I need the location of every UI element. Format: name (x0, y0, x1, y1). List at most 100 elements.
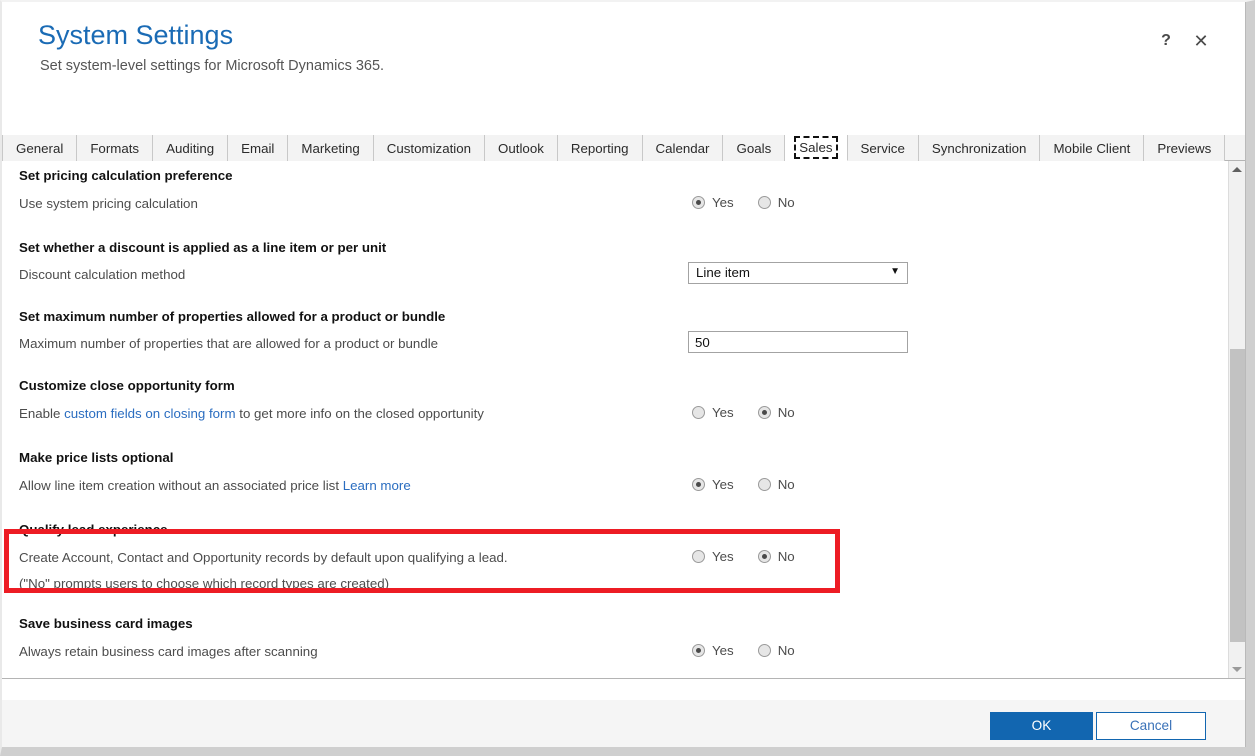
tab-reporting[interactable]: Reporting (557, 135, 643, 161)
tab-label: Outlook (498, 140, 544, 156)
dialog-inner: System Settings Set system-level setting… (2, 2, 1246, 747)
section-heading: Set pricing calculation preference (19, 168, 233, 183)
section-description: Always retain business card images after… (19, 644, 318, 659)
tab-label: Calendar (655, 140, 710, 156)
tab-label: Customization (386, 140, 472, 156)
tab-goals[interactable]: Goals (723, 135, 786, 161)
tab-email[interactable]: Email (228, 135, 289, 161)
tab-strip: General Formats Auditing Email Marketing Cust… (2, 135, 1245, 161)
tab-label: Auditing (166, 140, 215, 156)
radio-label: No (777, 195, 795, 210)
radio-no-5[interactable]: No (757, 549, 795, 564)
tab-label: Email (241, 140, 275, 156)
section-description: Maximum number of properties that are al… (19, 336, 439, 351)
tab-service[interactable]: Service (847, 135, 919, 161)
section-description: Create Account, Contact and Opportunity … (19, 550, 508, 565)
tab-label: General (16, 140, 64, 156)
section-heading: Set maximum number of properties allowed… (19, 309, 446, 324)
radio-yes-0[interactable]: Yes (692, 195, 734, 210)
close-icon[interactable]: ✕ (1188, 28, 1214, 54)
page-subtitle: Set system-level settings for Microsoft … (40, 58, 385, 74)
radio-label: Yes (712, 405, 734, 420)
discount-calculation-method-select[interactable]: Line item ▼ (688, 262, 908, 284)
radio-dot-icon (757, 406, 771, 419)
section-heading: Set whether a discount is applied as a l… (19, 240, 387, 255)
radio-no-4[interactable]: No (757, 477, 795, 492)
max-properties-input[interactable] (688, 331, 908, 353)
tab-label: Marketing (301, 140, 360, 156)
radio-group-5: Yes No (692, 549, 795, 564)
tab-marketing[interactable]: Marketing (288, 135, 374, 161)
ok-button[interactable]: OK (990, 712, 1093, 740)
chevron-down-icon: ▼ (890, 266, 900, 277)
radio-dot-icon (692, 406, 705, 419)
tab-customization[interactable]: Customization (373, 135, 486, 161)
radio-dot-icon (757, 196, 771, 209)
tab-label: Sales (794, 136, 838, 159)
tab-previews[interactable]: Previews (1144, 135, 1226, 161)
tab-label: Goals (736, 140, 772, 156)
radio-dot-icon (757, 644, 771, 657)
section-heading: Qualify lead experience (19, 522, 168, 537)
system-settings-dialog: System Settings Set system-level setting… (0, 0, 1255, 756)
section-description: Use system pricing calculation (19, 196, 198, 211)
tab-general[interactable]: General (2, 135, 78, 161)
radio-dot-icon (692, 196, 705, 209)
section-description-link[interactable]: custom fields on closing form (64, 406, 235, 421)
radio-yes-6[interactable]: Yes (692, 643, 734, 658)
section-heading: Customize close opportunity form (19, 378, 235, 393)
tab-synchronization[interactable]: Synchronization (918, 135, 1041, 161)
radio-label: Yes (712, 195, 734, 210)
radio-dot-icon (692, 478, 705, 491)
tab-mobile-client[interactable]: Mobile Client (1040, 135, 1145, 161)
help-icon[interactable]: ? (1153, 28, 1179, 54)
radio-label: No (777, 643, 795, 658)
cancel-button[interactable]: Cancel (1096, 712, 1206, 740)
dialog-header: System Settings Set system-level setting… (2, 2, 1245, 130)
tab-label: Synchronization (931, 140, 1027, 156)
tab-label: Service (860, 140, 905, 156)
radio-group-4: Yes No (692, 477, 795, 492)
radio-yes-3[interactable]: Yes (692, 405, 734, 420)
section-description-secondary: ("No" prompts users to choose which reco… (19, 576, 390, 591)
radio-dot-icon (757, 478, 771, 491)
radio-dot-icon (692, 550, 705, 563)
radio-yes-5[interactable]: Yes (692, 549, 734, 564)
section-description-link[interactable]: Learn more (343, 478, 411, 493)
radio-dot-icon (692, 644, 705, 657)
radio-group-6: Yes No (692, 643, 795, 658)
radio-label: Yes (712, 643, 734, 658)
radio-no-0[interactable]: No (757, 195, 795, 210)
tab-sales[interactable]: Sales (785, 135, 848, 161)
radio-no-3[interactable]: No (757, 405, 795, 420)
dialog-footer: OK Cancel (2, 700, 1245, 747)
section-description: Discount calculation method (19, 267, 186, 282)
scroll-down-arrow[interactable] (1229, 661, 1245, 678)
radio-group-3: Yes No (692, 405, 795, 420)
radio-label: No (777, 405, 795, 420)
tab-auditing[interactable]: Auditing (153, 135, 229, 161)
radio-group-0: Yes No (692, 195, 795, 210)
tab-label: Reporting (570, 140, 629, 156)
radio-no-6[interactable]: No (757, 643, 795, 658)
scroll-up-arrow[interactable] (1229, 161, 1245, 178)
tab-calendar[interactable]: Calendar (642, 135, 724, 161)
vertical-scrollbar[interactable] (1228, 161, 1245, 678)
section-description: Allow line item creation without an asso… (19, 478, 411, 493)
radio-label: No (777, 477, 795, 492)
radio-label: No (777, 549, 795, 564)
radio-yes-4[interactable]: Yes (692, 477, 734, 492)
tab-outlook[interactable]: Outlook (485, 135, 558, 161)
radio-dot-icon (757, 550, 771, 563)
tab-label: Formats (90, 140, 140, 156)
tab-formats[interactable]: Formats (77, 135, 154, 161)
tab-label: Previews (1157, 140, 1212, 156)
select-value: Line item (696, 265, 750, 280)
page-title: System Settings (38, 20, 234, 50)
tab-label: Mobile Client (1053, 140, 1131, 156)
section-heading: Save business card images (19, 616, 193, 631)
scrollbar-thumb[interactable] (1230, 349, 1245, 642)
settings-panel: Set pricing calculation preference Use sy… (2, 161, 1245, 679)
settings-list: Set pricing calculation preference Use sy… (2, 161, 1227, 678)
radio-label: Yes (712, 477, 734, 492)
